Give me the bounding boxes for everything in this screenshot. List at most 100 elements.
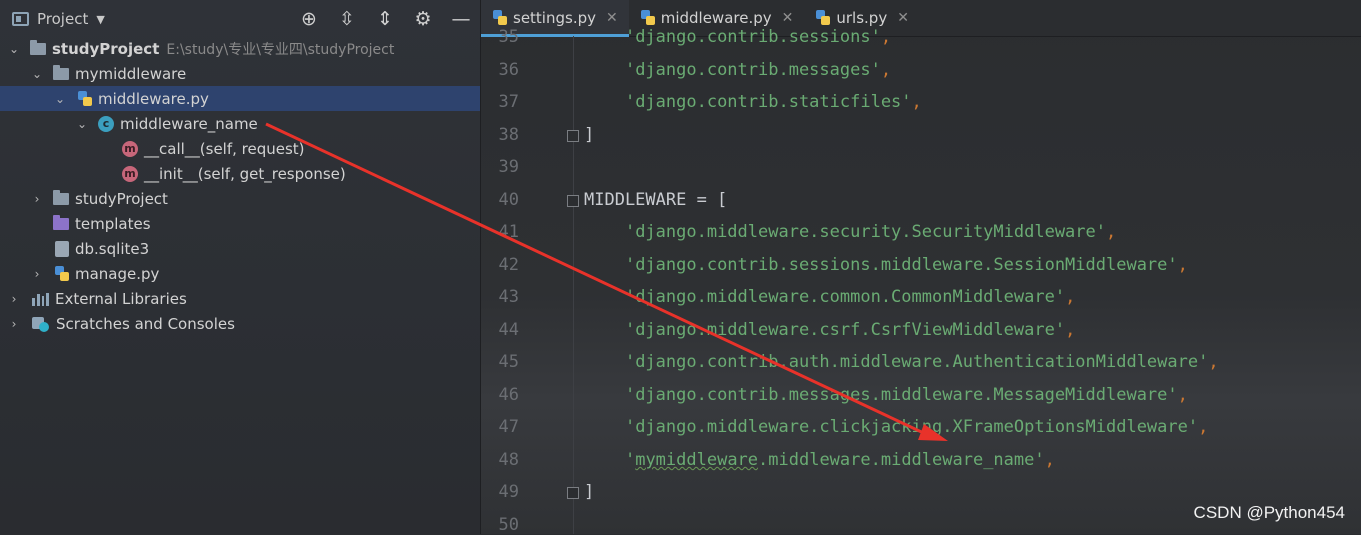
line-number: 46 (498, 385, 519, 405)
code-line: 'django.contrib.staticfiles', (624, 92, 922, 112)
fold-marker-icon[interactable] (567, 487, 579, 499)
tree-item-external-libraries[interactable]: › External Libraries (0, 286, 480, 311)
fold-marker-icon[interactable] (567, 195, 579, 207)
code-line: ] (584, 482, 595, 502)
tab-label: middleware.py (660, 9, 772, 27)
tree-item-label: studyProject (52, 39, 160, 58)
chevron-right-icon[interactable]: › (31, 267, 43, 281)
line-number: 39 (498, 157, 519, 177)
python-file-icon (55, 265, 69, 282)
code-line: 'mymiddleware.middleware.middleware_name… (624, 450, 1055, 470)
code-line: 'django.middleware.security.SecurityMidd… (624, 222, 1117, 242)
string-literal: 'django.contrib.sessions.middleware.Sess… (624, 255, 1178, 275)
project-path-hint: E:\study\专业\专业四\studyProject (166, 41, 395, 58)
expand-all-icon[interactable]: ⇳ (336, 8, 358, 30)
locate-icon[interactable]: ⊕ (298, 8, 320, 30)
tab-label: settings.py (513, 9, 596, 27)
project-view-selector[interactable]: Project ▼ (12, 10, 105, 28)
line-number: 48 (498, 450, 519, 470)
close-icon[interactable]: ✕ (897, 10, 909, 26)
line-number: 41 (498, 222, 519, 242)
code-line: 'django.contrib.auth.middleware.Authenti… (624, 352, 1219, 372)
class-icon: c (98, 115, 114, 132)
folder-icon (53, 64, 69, 80)
chevron-right-icon[interactable]: › (8, 292, 20, 306)
code-line: 'django.contrib.messages.middleware.Mess… (624, 385, 1188, 405)
code-line: 'django.contrib.sessions', (624, 27, 892, 47)
line-number: 50 (498, 515, 519, 535)
project-panel-header: Project ▼ ⊕ ⇳ ⇕ ⚙ — (0, 0, 480, 38)
string-literal: 'django.middleware.common.CommonMiddlewa… (624, 287, 1066, 307)
tree-item-label: db.sqlite3 (75, 239, 150, 258)
tree-item-label: Scratches and Consoles (56, 314, 235, 333)
tree-item-call-method[interactable]: m __call__(self, request) (0, 136, 480, 161)
tree-item-db-sqlite3[interactable]: db.sqlite3 (0, 236, 480, 261)
string-literal: 'mymiddleware.middleware.middleware_name… (624, 450, 1045, 470)
line-number: 42 (498, 255, 519, 275)
code-line: 'django.contrib.sessions.middleware.Sess… (624, 255, 1188, 275)
code-line: 'django.middleware.common.CommonMiddlewa… (624, 287, 1076, 307)
line-number: 40 (498, 190, 519, 210)
gear-icon[interactable]: ⚙ (412, 8, 434, 30)
line-number: 37 (498, 92, 519, 112)
code-line: MIDDLEWARE = [ (584, 190, 728, 210)
tree-item-label: manage.py (75, 264, 160, 283)
line-number: 45 (498, 352, 519, 372)
folder-icon (53, 189, 69, 205)
string-literal: 'django.middleware.clickjacking.XFrameOp… (624, 417, 1199, 437)
tree-item-init-method[interactable]: m __init__(self, get_response) (0, 161, 480, 186)
minimize-icon[interactable]: — (450, 8, 472, 30)
tree-item-studyproject-package[interactable]: › studyProject (0, 186, 480, 211)
method-icon: m (122, 140, 138, 157)
library-icon (32, 292, 49, 306)
close-icon[interactable]: ✕ (782, 10, 794, 26)
chevron-down-icon[interactable]: ▼ (96, 13, 104, 26)
string-literal: 'django.contrib.messages.middleware.Mess… (624, 385, 1178, 405)
python-file-icon (816, 10, 831, 26)
tree-item-label: mymiddleware (75, 64, 187, 83)
tree-item-templates[interactable]: templates (0, 211, 480, 236)
line-number: 49 (498, 482, 519, 502)
watermark: CSDN @Python454 (1193, 503, 1345, 522)
line-number: 44 (498, 320, 519, 340)
close-icon[interactable]: ✕ (606, 10, 618, 26)
line-number: 47 (498, 417, 519, 437)
string-literal: 'django.contrib.auth.middleware.Authenti… (624, 352, 1209, 372)
tree-item-label: middleware.py (98, 89, 209, 108)
string-literal: 'django.contrib.staticfiles' (624, 92, 912, 112)
code-line: ] (584, 125, 595, 145)
project-panel: Project ▼ ⊕ ⇳ ⇕ ⚙ — ⌄ studyProject E:\st… (0, 0, 481, 534)
tree-item-label: middleware_name (120, 114, 258, 133)
database-file-icon (55, 240, 69, 257)
collapse-all-icon[interactable]: ⇕ (374, 8, 396, 30)
tree-item-label: __init__(self, get_response) (144, 164, 346, 183)
chevron-down-icon[interactable]: ⌄ (54, 92, 66, 106)
tree-item-middleware-py[interactable]: ⌄ middleware.py (0, 86, 480, 111)
tree-item-middleware-name-class[interactable]: ⌄ c middleware_name (0, 111, 480, 136)
code-line: 'django.contrib.messages', (624, 60, 892, 80)
chevron-right-icon[interactable]: › (31, 192, 43, 206)
tree-item-label: External Libraries (55, 289, 187, 308)
tree-item-studyproject-root[interactable]: ⌄ studyProject E:\study\专业\专业四\studyProj… (0, 36, 480, 61)
line-number: 43 (498, 287, 519, 307)
string-literal: 'django.middleware.security.SecurityMidd… (624, 222, 1106, 242)
templates-folder-icon (53, 214, 69, 230)
fold-marker-icon[interactable] (567, 130, 579, 142)
tree-item-label: templates (75, 214, 151, 233)
scratches-icon (32, 316, 50, 332)
tree-item-manage-py[interactable]: › manage.py (0, 261, 480, 286)
chevron-down-icon[interactable]: ⌄ (31, 67, 43, 81)
chevron-down-icon[interactable]: ⌄ (76, 117, 88, 131)
tree-item-mymiddleware[interactable]: ⌄ mymiddleware (0, 61, 480, 86)
tree-item-scratches-consoles[interactable]: › Scratches and Consoles (0, 311, 480, 336)
python-file-icon (493, 10, 507, 26)
code-editor: settings.py ✕ middleware.py ✕ urls.py ✕ … (481, 0, 1361, 535)
string-literal: 'django.middleware.csrf.CsrfViewMiddlewa… (624, 320, 1066, 340)
line-number: 38 (498, 125, 519, 145)
string-literal: 'django.contrib.sessions' (624, 27, 881, 47)
tree-item-label: __call__(self, request) (144, 139, 305, 158)
line-number: 36 (498, 60, 519, 80)
chevron-down-icon[interactable]: ⌄ (8, 42, 20, 56)
project-panel-title: Project (37, 10, 89, 28)
chevron-right-icon[interactable]: › (8, 317, 20, 331)
